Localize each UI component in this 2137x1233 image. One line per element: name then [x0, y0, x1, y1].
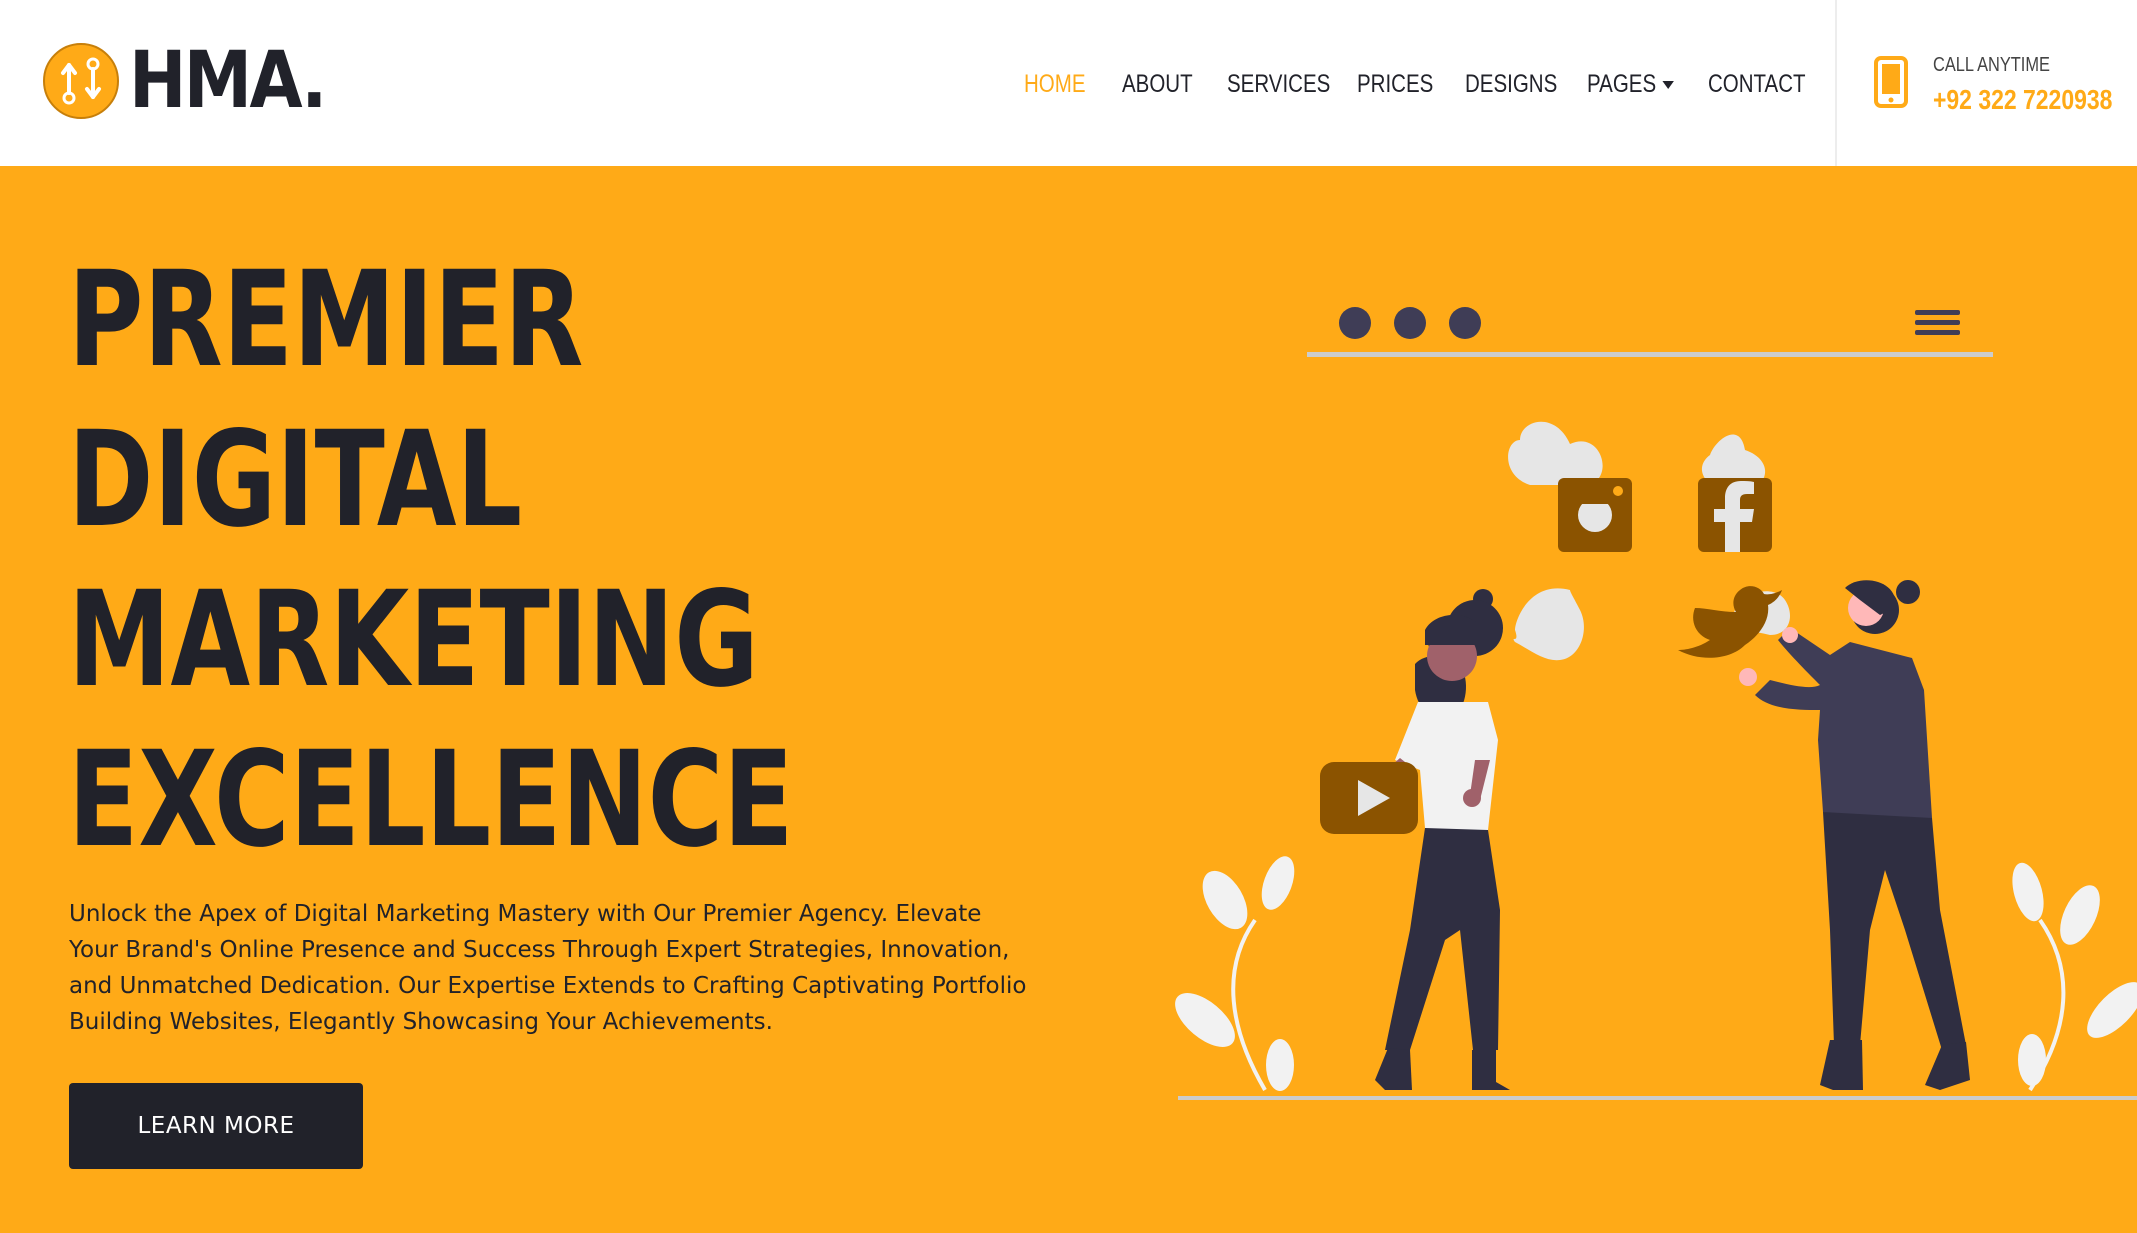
- site-header: HMA. HOME ABOUT SERVICES PRICES DESIGNS …: [0, 0, 2137, 166]
- hamburger-menu-icon: [1915, 310, 1960, 335]
- mobile-phone-icon: [1874, 56, 1908, 108]
- call-anytime-label: CALL ANYTIME: [1933, 54, 2050, 76]
- hero-title-line: MARKETING: [68, 563, 759, 717]
- hero-title-line: PREMIER: [68, 243, 584, 397]
- hero-description: Unlock the Apex of Digital Marketing Mas…: [69, 901, 1027, 1035]
- brand-logo[interactable]: HMA.: [43, 38, 351, 124]
- phone-number-link[interactable]: +92 322 7220938: [1933, 84, 2112, 116]
- nav-pages-dropdown[interactable]: PAGES: [1587, 60, 1675, 108]
- nav-home[interactable]: HOME: [1024, 60, 1086, 108]
- caret-down-icon: [1662, 81, 1675, 90]
- instagram-icon: [1558, 478, 1632, 552]
- nav-about[interactable]: ABOUT: [1122, 60, 1193, 108]
- hero-title-line: DIGITAL: [68, 403, 523, 557]
- hero-title: PREMIER DIGITAL MARKETING EXCELLENCE: [68, 240, 794, 880]
- nav-pages-label: PAGES: [1587, 70, 1657, 98]
- nav-prices[interactable]: PRICES: [1357, 60, 1433, 108]
- plant-right: [2012, 862, 2137, 1092]
- nav-contact[interactable]: CONTACT: [1708, 60, 1806, 108]
- hero-title-line: EXCELLENCE: [68, 723, 794, 877]
- nav-services[interactable]: SERVICES: [1227, 60, 1330, 108]
- plant-left: [1175, 856, 1295, 1092]
- logo-arrows-icon: [43, 43, 119, 119]
- nav-designs[interactable]: DESIGNS: [1465, 60, 1557, 108]
- woman-figure: [1375, 589, 1510, 1090]
- facebook-icon: [1698, 478, 1772, 552]
- youtube-play-icon: [1320, 762, 1418, 834]
- browser-window-bar: [1307, 307, 1993, 357]
- learn-more-button[interactable]: LEARN MORE: [69, 1083, 363, 1169]
- header-divider: [1835, 0, 1837, 166]
- brand-name: HMA.: [129, 36, 327, 126]
- social-media-illustration: [1175, 307, 2137, 1100]
- man-figure: [1739, 580, 1970, 1090]
